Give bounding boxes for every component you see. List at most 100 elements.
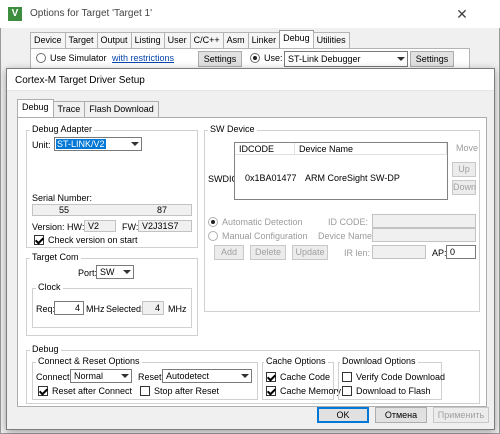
tab-linker[interactable]: Linker — [247, 32, 281, 48]
cache-memory-label: Cache Memory — [280, 386, 342, 396]
version-hw-label: Version: HW: — [32, 222, 85, 232]
check-version-checkbox[interactable] — [34, 235, 44, 245]
tab-output[interactable]: Output — [96, 32, 132, 48]
sw-device-title: SW Device — [208, 124, 257, 134]
stop-after-reset-checkbox[interactable] — [140, 386, 150, 396]
connect-reset-title: Connect & Reset Options — [36, 356, 142, 366]
tab-utilities[interactable]: Utilities — [312, 32, 350, 48]
tab-target[interactable]: Target — [64, 32, 98, 48]
delete-button[interactable]: Delete — [250, 245, 286, 260]
manual-configuration-radio[interactable] — [208, 231, 218, 241]
req-mhz-label: MHz — [86, 304, 105, 314]
options-title: Options for Target 'Target 1' — [30, 8, 153, 19]
unit-select[interactable]: ST-LINK/V2 — [54, 137, 142, 151]
req-value: 4 — [74, 303, 80, 313]
target-com-title: Target Com — [30, 252, 81, 262]
tab-c-cpp[interactable]: C/C++ — [189, 32, 224, 48]
idcode-column-header: IDCODE — [235, 143, 295, 155]
download-flash-label: Download to Flash — [356, 386, 431, 396]
use-simulator-radio[interactable] — [36, 53, 46, 63]
reset-after-connect-label: Reset after Connect — [52, 386, 133, 396]
add-button[interactable]: Add — [214, 245, 244, 260]
clock-title: Clock — [36, 282, 63, 292]
selected-label: Selected: — [106, 304, 144, 314]
tab-debug[interactable]: Debug — [279, 30, 314, 48]
stop-after-reset-label: Stop after Reset — [154, 386, 220, 396]
check-version-label: Check version on start — [48, 235, 138, 245]
port-label: Port: — [78, 268, 98, 278]
row-idcode[interactable]: 0x1BA01477 — [245, 173, 297, 183]
reset-after-connect-checkbox[interactable] — [38, 386, 48, 396]
fw-version-field: V2J31S7 — [138, 220, 192, 232]
id-code-field[interactable] — [372, 214, 476, 228]
move-down-button[interactable]: Down — [452, 180, 476, 195]
tab-dialog-debug[interactable]: Debug — [17, 99, 54, 117]
dialog-debug-panel: Debug Adapter Unit: ST-LINK/V2 Serial Nu… — [17, 117, 487, 407]
debugger-settings-button[interactable]: Settings — [410, 51, 454, 67]
use-label: Use: — [264, 53, 283, 63]
device-name-column-header: Device Name — [295, 143, 447, 155]
selected-field: 4 — [142, 301, 164, 315]
debugger-select[interactable]: ST-Link Debugger — [284, 51, 408, 67]
serial-number-label: Serial Number: — [32, 193, 93, 203]
update-button[interactable]: Update — [292, 245, 328, 260]
cache-code-checkbox[interactable] — [266, 372, 276, 382]
verify-code-checkbox[interactable] — [342, 372, 352, 382]
download-flash-checkbox[interactable] — [342, 386, 352, 396]
cache-options-title: Cache Options — [264, 356, 328, 366]
automatic-detection-label: Automatic Detection — [222, 217, 303, 227]
debugger-value: ST-Link Debugger — [288, 54, 361, 64]
serial-number-field: 55 87 — [32, 204, 192, 216]
device-name-field[interactable] — [372, 228, 476, 242]
req-field[interactable]: 4 — [54, 301, 84, 315]
tab-asm[interactable]: Asm — [222, 32, 249, 48]
cache-memory-checkbox[interactable] — [266, 386, 276, 396]
unit-label: Unit: — [32, 140, 51, 150]
dialog-title-bar: Cortex-M Target Driver Setup — [7, 69, 494, 91]
reset-select[interactable]: Autodetect — [162, 369, 252, 383]
ap-field[interactable]: 0 — [446, 245, 476, 259]
apply-button[interactable]: Применить — [433, 407, 489, 423]
chevron-down-icon — [121, 374, 129, 378]
fw-label: FW: — [122, 222, 139, 232]
chevron-down-icon — [123, 270, 131, 274]
chevron-down-icon — [131, 142, 139, 146]
target-driver-dialog: Cortex-M Target Driver Setup Debug Trace… — [6, 68, 495, 430]
options-tabs: Device Target Output Listing User C/C++ … — [30, 30, 350, 48]
port-select[interactable]: SW — [96, 265, 134, 279]
use-debugger-radio[interactable] — [250, 53, 260, 63]
debug-options-title: Debug — [30, 344, 61, 354]
move-label: Move — [456, 143, 479, 153]
chevron-down-icon — [397, 57, 405, 61]
verify-code-label: Verify Code Download — [356, 372, 446, 382]
ir-len-field[interactable] — [372, 245, 426, 259]
hw-version-field: V2 — [84, 220, 116, 232]
ap-label: AP: — [432, 248, 447, 258]
with-restrictions-link[interactable]: with restrictions — [112, 53, 174, 63]
download-options-title: Download Options — [340, 356, 418, 366]
fw-version: V2J31S7 — [142, 221, 179, 231]
tab-device[interactable]: Device — [30, 32, 66, 48]
chevron-down-icon — [241, 374, 249, 378]
connect-value: Normal — [74, 371, 104, 381]
use-simulator-label: Use Simulator — [50, 53, 107, 63]
simulator-settings-button[interactable]: Settings — [198, 51, 242, 67]
move-up-button[interactable]: Up — [452, 162, 476, 177]
cancel-button[interactable]: Отмена — [375, 407, 427, 423]
tab-trace[interactable]: Trace — [52, 101, 86, 117]
ap-value: 0 — [450, 247, 456, 257]
ir-len-label: IR len: — [344, 248, 371, 258]
device-name-label: Device Name: — [318, 231, 375, 241]
serial-b: 87 — [157, 205, 168, 215]
sw-device-table: IDCODE Device Name 0x1BA01477 ARM CoreSi… — [234, 142, 448, 200]
close-icon[interactable]: ✕ — [452, 5, 472, 23]
automatic-detection-radio[interactable] — [208, 217, 218, 227]
tab-user[interactable]: User — [163, 32, 191, 48]
row-device-name[interactable]: ARM CoreSight SW-DP — [305, 173, 400, 183]
ok-button[interactable]: OK — [317, 407, 369, 423]
tab-listing[interactable]: Listing — [130, 32, 165, 48]
tab-flash-download[interactable]: Flash Download — [84, 101, 159, 117]
selected-value: 4 — [154, 303, 160, 313]
manual-configuration-label: Manual Configuration — [222, 231, 308, 241]
connect-select[interactable]: Normal — [70, 369, 132, 383]
